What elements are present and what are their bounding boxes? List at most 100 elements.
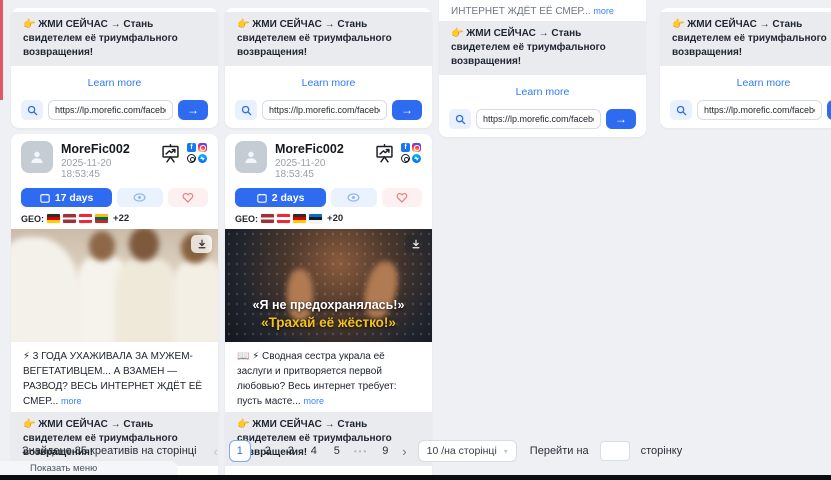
landing-url-input[interactable] <box>476 109 601 129</box>
show-menu-button[interactable]: Показать меню <box>0 461 178 476</box>
learn-more-link[interactable]: Learn more <box>516 86 570 98</box>
ad-card-tail-2: 👉 ЖМИ СЕЙЧАС → Стань свидетелем её триум… <box>225 8 432 128</box>
facebook-icon: f <box>187 143 196 152</box>
geo-more-count[interactable]: +22 <box>113 213 129 224</box>
ad-card-tail-1: 👉 ЖМИ СЕЙЧАС → Стань свидетелем её триум… <box>11 8 218 128</box>
placement-icons: f <box>401 143 422 164</box>
learn-more-link[interactable]: Learn more <box>737 77 791 89</box>
page-3[interactable]: 3 <box>285 445 297 457</box>
search-icon[interactable] <box>21 100 43 120</box>
goto-page-input[interactable] <box>600 441 630 461</box>
flag-estonia-icon <box>309 214 322 223</box>
search-icon[interactable] <box>449 109 471 129</box>
open-url-button[interactable]: → <box>392 100 422 120</box>
page-5[interactable]: 5 <box>331 445 343 457</box>
page-4[interactable]: 4 <box>308 445 320 457</box>
open-url-button[interactable]: → <box>827 100 831 120</box>
open-url-button[interactable]: → <box>178 100 208 120</box>
presentation-board-icon[interactable] <box>374 143 395 164</box>
more-link[interactable]: more <box>303 396 324 406</box>
download-image-button[interactable] <box>405 235 426 253</box>
ad-headline: 👉 ЖМИ СЕЙЧАС → Стань свидетелем её триум… <box>660 12 831 66</box>
messenger-icon <box>412 154 421 163</box>
flag-lithuania-icon <box>95 214 108 223</box>
ad-headline: 👉 ЖМИ СЕЙЧАС → Стань свидетелем её триум… <box>11 12 218 66</box>
calendar-icon-label: 17 days <box>55 192 94 204</box>
favorite-button[interactable] <box>382 188 422 207</box>
advertiser-header: MoreFic002 2025-11-20 18:53:45 f <box>11 134 218 183</box>
column-4: 👉 ЖМИ СЕЙЧАС → Стань свидетелем её триум… <box>660 8 831 128</box>
more-link[interactable]: more <box>61 396 82 406</box>
avatar <box>21 141 53 173</box>
more-link[interactable]: more <box>593 6 614 16</box>
creative-image[interactable] <box>11 229 218 342</box>
landing-url-input[interactable] <box>697 100 822 120</box>
ad-headline: 👉 ЖМИ СЕЙЧАС → Стань свидетелем её триум… <box>439 21 646 75</box>
creative-body-text: ⚡ 3 ГОДА УХАЖИВАЛА ЗА МУЖЕМ-ВЕГЕТАТИВЦЕМ… <box>11 342 218 412</box>
clipped-text-content: ИНТЕРНЕТ ЖДЁТ ЕЁ СМЕР... <box>451 6 593 17</box>
prev-page-button[interactable]: ‹ <box>214 444 218 459</box>
pages-ellipsis[interactable]: ••• <box>354 447 368 456</box>
flag-latvia-icon <box>261 214 274 223</box>
bottom-bar <box>0 475 831 480</box>
url-row: → <box>439 103 646 129</box>
page-1-active[interactable]: 1 <box>229 440 251 462</box>
column-3: ИНТЕРНЕТ ЖДЁТ ЕЁ СМЕР... more 👉 ЖМИ СЕЙЧ… <box>439 0 646 137</box>
next-page-button[interactable]: › <box>402 444 406 459</box>
page-size-select[interactable]: 10 /на сторінці ▾ <box>418 440 517 462</box>
landing-url-input[interactable] <box>48 100 173 120</box>
advertiser-name: MoreFic002 <box>275 142 366 156</box>
url-row: → <box>660 94 831 120</box>
ad-card-tail-3: ИНТЕРНЕТ ЖДЁТ ЕЁ СМЕР... more 👉 ЖМИ СЕЙЧ… <box>439 0 646 137</box>
search-icon[interactable] <box>670 100 692 120</box>
geo-more-count[interactable]: +20 <box>327 213 343 224</box>
overlay-line-1: «Я не предохранялась!» <box>225 297 432 314</box>
results-count: Знайдено 85 креативів на сторінці <box>22 445 197 457</box>
body-text-content: ⚡ 3 ГОДА УХАЖИВАЛА ЗА МУЖЕМ-ВЕГЕТАТИВЦЕМ… <box>23 351 202 407</box>
ad-headline: 👉 ЖМИ СЕЙЧАС → Стань свидетелем её триум… <box>225 12 432 66</box>
creative-body-text: 📖 ⚡ Сводная сестра украла её заслуги и п… <box>225 342 432 412</box>
views-button[interactable] <box>331 188 377 207</box>
creative-image[interactable]: «Я не предохранялась!» «Трахай её жёстко… <box>225 229 432 342</box>
learn-more-link[interactable]: Learn more <box>302 77 356 89</box>
creative-card-1: MoreFic002 2025-11-20 18:53:45 f 17 days <box>11 134 218 480</box>
overlay-line-2: «Трахай её жёстко!» <box>225 314 432 332</box>
clipped-left-element <box>0 0 3 100</box>
image-figure <box>129 229 159 261</box>
column-2: 👉 ЖМИ СЕЙЧАС → Стань свидетелем её триум… <box>225 8 432 480</box>
calendar-icon-label: 2 days <box>272 192 305 204</box>
geo-row: GEO: +22 <box>11 211 218 229</box>
landing-url-input[interactable] <box>262 100 387 120</box>
open-url-button[interactable]: → <box>606 109 636 129</box>
geo-label: GEO: <box>235 214 258 224</box>
pagination-bar: Знайдено 85 креативів на сторінці ‹ 1 2 … <box>22 440 682 462</box>
search-icon[interactable] <box>235 100 257 120</box>
chevron-down-icon: ▾ <box>504 447 508 456</box>
learn-more-link[interactable]: Learn more <box>88 77 142 89</box>
favorite-button[interactable] <box>168 188 208 207</box>
days-active-button[interactable]: 2 days <box>235 188 326 207</box>
geo-label: GEO: <box>21 214 44 224</box>
presentation-board-icon[interactable] <box>160 143 181 164</box>
views-button[interactable] <box>117 188 163 207</box>
image-figure <box>115 259 177 342</box>
creative-timestamp: 2025-11-20 18:53:45 <box>61 158 152 180</box>
flag-germany-icon <box>293 214 306 223</box>
instagram-icon <box>198 143 207 152</box>
clipped-body-text: ИНТЕРНЕТ ЖДЁТ ЕЁ СМЕР... more <box>439 4 646 21</box>
creative-card-2: MoreFic002 2025-11-20 18:53:45 f 2 days <box>225 134 432 480</box>
advertiser-name: MoreFic002 <box>61 142 152 156</box>
page-2[interactable]: 2 <box>262 445 274 457</box>
arrow-right-icon: → <box>187 103 199 117</box>
image-figure <box>89 231 115 261</box>
column-1: 👉 ЖМИ СЕЙЧАС → Стань свидетелем её триум… <box>11 8 218 480</box>
show-menu-label: Показать меню <box>30 463 97 474</box>
days-active-button[interactable]: 17 days <box>21 188 112 207</box>
flag-germany-icon <box>47 214 60 223</box>
download-image-button[interactable] <box>191 235 212 253</box>
placement-icons: f <box>187 143 208 164</box>
page-last[interactable]: 9 <box>379 445 391 457</box>
threads-icon <box>401 154 410 163</box>
instagram-icon <box>412 143 421 152</box>
advertiser-header: MoreFic002 2025-11-20 18:53:45 f <box>225 134 432 183</box>
